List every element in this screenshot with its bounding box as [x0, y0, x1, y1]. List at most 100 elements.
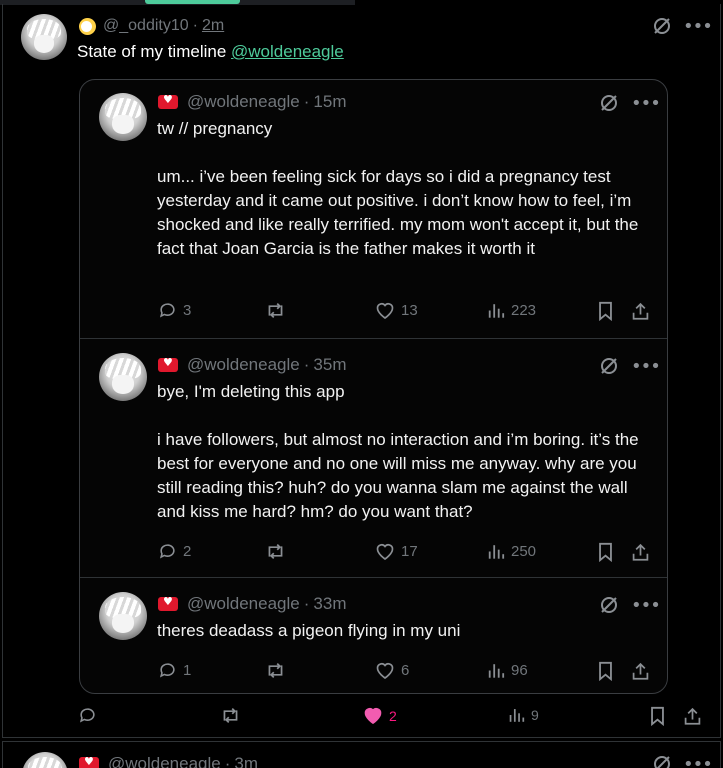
- view-count: 250: [511, 543, 537, 560]
- no-slash-icon[interactable]: [652, 16, 672, 36]
- avatar[interactable]: [21, 14, 67, 60]
- more-icon[interactable]: •••: [631, 95, 661, 113]
- action-bar: 3 13 223: [155, 300, 655, 324]
- share-icon: [632, 662, 649, 680]
- no-slash-icon[interactable]: [652, 754, 672, 768]
- quote-handle[interactable]: @woldeneagle: [187, 594, 300, 614]
- quote-post[interactable]: @woldeneagle · 15m ••• tw // pregnancy u…: [80, 80, 667, 338]
- quote-header: @woldeneagle · 33m: [158, 594, 346, 614]
- reply-button[interactable]: 2: [158, 542, 191, 561]
- bookmark-icon: [651, 706, 664, 726]
- reply-icon: [159, 544, 175, 559]
- badge-icon: [79, 755, 99, 768]
- quote-post[interactable]: @woldeneagle · 35m ••• bye, I'm deleting…: [80, 338, 667, 577]
- repost-button[interactable]: [265, 661, 286, 680]
- author-handle[interactable]: @_oddity10: [103, 17, 189, 35]
- like-button[interactable]: 13: [375, 301, 418, 320]
- like-button[interactable]: 2: [363, 706, 397, 725]
- like-count: 13: [401, 302, 418, 319]
- repost-button[interactable]: [265, 542, 286, 561]
- views-button[interactable]: 223: [487, 301, 536, 320]
- bookmark-button[interactable]: [649, 706, 666, 726]
- more-icon[interactable]: •••: [631, 358, 661, 376]
- more-icon[interactable]: •••: [683, 18, 713, 36]
- quote-post[interactable]: @woldeneagle · 33m ••• theres deadass a …: [80, 577, 667, 693]
- avatar[interactable]: [99, 353, 147, 401]
- badge-icon: [158, 356, 178, 372]
- bookmark-button[interactable]: [597, 301, 614, 321]
- quote-header: @woldeneagle · 35m: [158, 355, 346, 375]
- views-icon: [488, 545, 505, 559]
- next-post-time[interactable]: 3m: [234, 754, 258, 768]
- bookmark-icon: [599, 301, 612, 321]
- reply-icon: [159, 663, 175, 678]
- quote-handle[interactable]: @woldeneagle: [187, 355, 300, 375]
- views-icon: [488, 664, 505, 678]
- mention-link[interactable]: @woldeneagle: [231, 42, 344, 61]
- repost-icon: [268, 662, 283, 679]
- quote-header: @woldeneagle · 15m: [158, 92, 346, 112]
- share-button[interactable]: [631, 661, 650, 681]
- like-button[interactable]: 6: [375, 661, 409, 680]
- more-icon[interactable]: •••: [683, 756, 713, 768]
- view-count: 223: [511, 302, 537, 319]
- reply-icon: [79, 708, 95, 723]
- bookmark-button[interactable]: [597, 661, 614, 681]
- quote-time[interactable]: 35m: [313, 355, 346, 375]
- post-action-bar: 2 9: [3, 704, 722, 732]
- next-post[interactable]: @woldeneagle · 3m •••: [2, 741, 721, 768]
- views-button[interactable]: 9: [508, 706, 539, 724]
- views-button[interactable]: 96: [487, 661, 528, 680]
- repost-button[interactable]: [265, 301, 286, 320]
- reply-count: 1: [183, 662, 192, 679]
- like-count: 2: [389, 707, 397, 724]
- like-button[interactable]: 17: [375, 542, 418, 561]
- like-count: 17: [401, 543, 418, 560]
- share-button[interactable]: [631, 542, 650, 562]
- share-icon: [632, 543, 649, 561]
- repost-icon: [268, 302, 283, 319]
- repost-button[interactable]: [220, 706, 241, 725]
- bookmark-button[interactable]: [597, 542, 614, 562]
- next-post-handle[interactable]: @woldeneagle: [108, 754, 221, 768]
- quote-time[interactable]: 15m: [313, 92, 346, 112]
- quote-text: theres deadass a pigeon flying in my uni: [157, 621, 461, 640]
- share-button[interactable]: [631, 301, 650, 321]
- quote-handle[interactable]: @woldeneagle: [187, 92, 300, 112]
- action-bar: 1 6 96: [155, 660, 655, 684]
- separator-dot: ·: [224, 754, 231, 768]
- badge-icon: [79, 17, 96, 35]
- separator-dot: ·: [303, 594, 310, 613]
- next-post-header: @woldeneagle · 3m: [79, 754, 258, 768]
- like-icon: [376, 544, 394, 561]
- views-button[interactable]: 250: [487, 542, 536, 561]
- view-count: 96: [511, 662, 528, 679]
- no-slash-icon[interactable]: [599, 595, 619, 615]
- post[interactable]: @_oddity10 · 2m ••• State of my timeline…: [2, 4, 721, 738]
- bookmark-icon: [599, 661, 612, 681]
- avatar[interactable]: [99, 592, 147, 640]
- repost-icon: [268, 543, 283, 560]
- like-icon: [376, 663, 394, 680]
- share-icon: [684, 707, 701, 725]
- quote-time[interactable]: 33m: [313, 594, 346, 614]
- share-button[interactable]: [683, 706, 702, 726]
- reply-button[interactable]: 1: [158, 661, 191, 680]
- avatar[interactable]: [99, 93, 147, 141]
- separator-dot: ·: [192, 17, 198, 34]
- reply-count: 2: [183, 543, 192, 560]
- post-time[interactable]: 2m: [202, 17, 224, 35]
- reply-icon: [159, 303, 175, 318]
- no-slash-icon[interactable]: [599, 356, 619, 376]
- action-bar: 2 17 250: [155, 541, 655, 565]
- badge-icon: [158, 595, 178, 611]
- separator-dot: ·: [303, 355, 310, 374]
- quoted-thread[interactable]: @woldeneagle · 15m ••• tw // pregnancy u…: [79, 79, 668, 694]
- share-icon: [632, 302, 649, 320]
- reply-button[interactable]: [78, 706, 97, 725]
- reply-button[interactable]: 3: [158, 301, 191, 320]
- no-slash-icon[interactable]: [599, 93, 619, 113]
- avatar[interactable]: [22, 752, 68, 768]
- bookmark-icon: [599, 542, 612, 562]
- more-icon[interactable]: •••: [631, 597, 661, 615]
